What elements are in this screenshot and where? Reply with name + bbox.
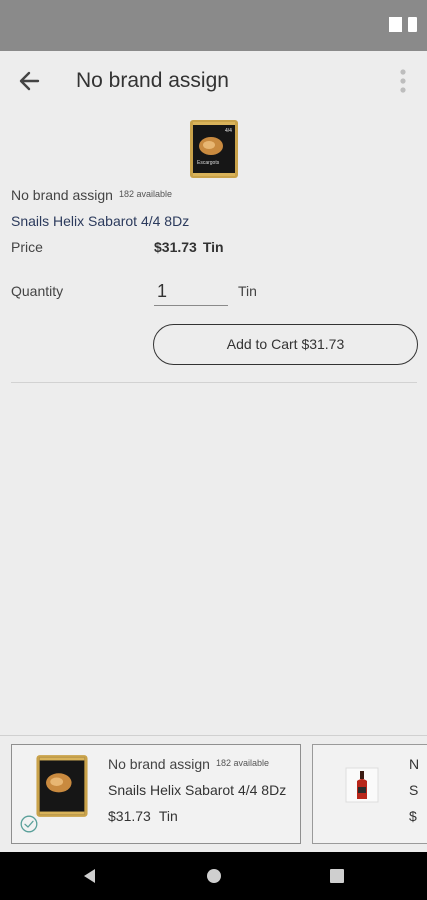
notification-icon — [389, 17, 402, 32]
product-image: 4/4 Escargots — [190, 120, 238, 178]
price-label: Price — [11, 239, 43, 255]
card-product-name: S — [409, 782, 419, 798]
card-brand: N — [409, 756, 420, 772]
page-title: No brand assign — [76, 69, 229, 92]
add-to-cart-button[interactable]: Add to Cart $31.73 — [153, 324, 418, 365]
product-card[interactable]: N S $ — [312, 744, 427, 844]
card-price: $ — [409, 808, 417, 824]
more-vertical-icon[interactable] — [396, 67, 410, 95]
card-price: $31.73 Tin — [108, 808, 178, 824]
quantity-label: Quantity — [11, 283, 64, 299]
availability-badge: 182 available — [118, 189, 172, 199]
arrow-left-icon[interactable] — [16, 67, 44, 95]
nav-back-icon[interactable] — [80, 866, 100, 886]
product-name: Snails Helix Sabarot 4/4 8Dz — [11, 213, 190, 229]
svg-text:4/4: 4/4 — [225, 128, 232, 134]
card-brand: No brand assign 182 available — [108, 756, 269, 772]
price-value: $31.73 Tin — [154, 239, 224, 255]
divider — [11, 382, 417, 383]
card-product-name: Snails Helix Sabarot 4/4 8Dz — [108, 782, 287, 798]
battery-icon — [408, 17, 417, 32]
bottle-thumbnail — [345, 767, 379, 803]
status-bar — [0, 0, 427, 51]
check-circle-icon — [20, 815, 38, 833]
app-bar: No brand assign — [0, 51, 427, 111]
product-tray[interactable]: No brand assign 182 available Snails Heli… — [0, 735, 427, 852]
nav-home-icon[interactable] — [204, 866, 224, 886]
card-availability: 182 available — [215, 758, 269, 768]
product-card[interactable]: No brand assign 182 available Snails Heli… — [11, 744, 301, 844]
quantity-unit: Tin — [238, 283, 257, 299]
product-thumbnail — [36, 755, 88, 817]
product-brand: No brand assign 182 available — [11, 187, 172, 203]
quantity-input[interactable] — [154, 278, 228, 306]
navigation-bar — [0, 852, 427, 900]
nav-recents-icon[interactable] — [327, 866, 347, 886]
product-image-label: Escargots — [197, 160, 220, 166]
